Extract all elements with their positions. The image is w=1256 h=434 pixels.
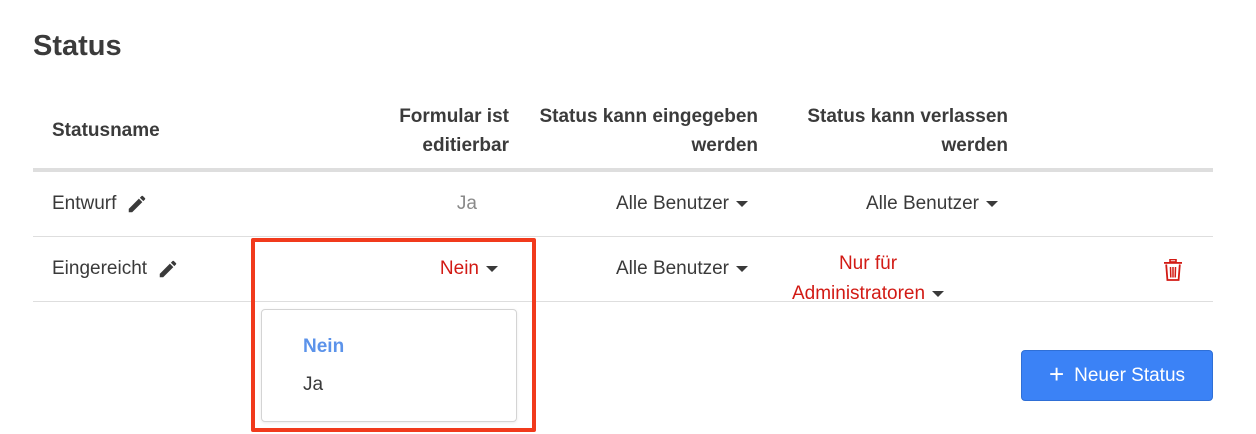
can-enter-dropdown[interactable]: Alle Benutzer [548,172,748,236]
column-header-statusname: Statusname [52,120,160,141]
column-header-line: Status kann verlassen [807,106,1008,127]
trash-icon[interactable] [1163,259,1183,281]
caret-down-icon [986,201,998,207]
table-row: Entwurf Ja Alle Benutzer Alle Benutzer [33,172,1213,237]
table-row: Eingereicht Nein Alle Benutzer Nur für A… [33,237,1213,304]
column-header-line: Status kann eingegeben [539,106,758,127]
dropdown-option-nein[interactable]: Nein [303,336,344,358]
can-enter-dropdown[interactable]: Alle Benutzer [548,237,748,301]
caret-down-icon [736,266,748,272]
dropdown-option-ja[interactable]: Ja [303,374,323,396]
table-header: Statusname Formular ist editierbar Statu… [33,98,1213,172]
status-name-cell: Entwurf [52,172,148,236]
column-header-line: werden [691,135,758,156]
caret-down-icon [932,290,945,297]
can-enter-value: Alle Benutzer [615,193,729,214]
status-table: Statusname Formular ist editierbar Statu… [33,98,1213,304]
new-status-label: Neuer Status [1074,364,1186,386]
status-name: Entwurf [52,193,117,214]
column-header-line: editierbar [422,135,509,156]
pencil-icon[interactable] [126,193,148,215]
can-leave-dropdown[interactable]: Alle Benutzer [738,172,998,236]
column-header-can-leave: Status kann verlassen werden [768,102,1008,160]
can-leave-value-line2: Administratoren [791,283,926,304]
can-leave-dropdown[interactable]: Nur für Administratoren [758,249,978,309]
form-editable-value: Ja [456,193,477,214]
new-status-button[interactable]: + Neuer Status [1021,350,1213,401]
status-name-cell: Eingereicht [52,237,179,301]
column-header-line: Formular ist [399,106,509,127]
pencil-icon[interactable] [157,258,179,280]
status-name: Eingereicht [52,258,148,279]
can-leave-value-line1: Nur für [838,253,898,274]
plus-icon: + [1048,359,1065,389]
column-header-form-editable: Formular ist editierbar [309,102,509,160]
column-header-can-enter: Status kann eingegeben werden [518,102,758,160]
form-editable-dropdown-menu: Nein Ja [261,309,517,422]
can-enter-value: Alle Benutzer [615,258,729,279]
column-header-line: werden [941,135,1008,156]
page-title: Status [33,30,122,62]
can-leave-value: Alle Benutzer [865,193,979,214]
